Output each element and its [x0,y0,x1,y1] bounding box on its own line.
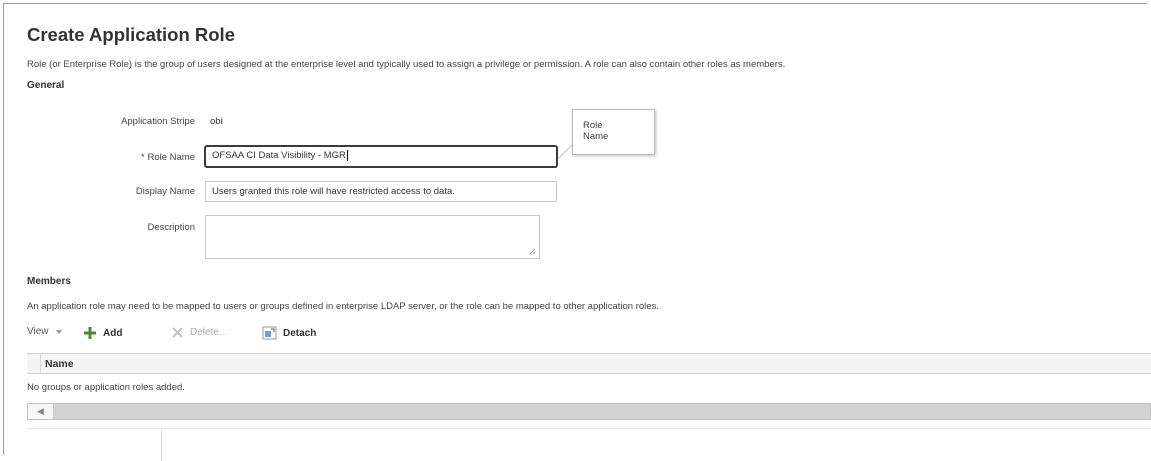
row-selector-column [27,354,41,373]
empty-table-message: No groups or application roles added. [27,382,185,393]
table-header: Name [27,353,1151,374]
chevron-down-icon [55,329,62,334]
application-stripe-value: obi [210,116,223,127]
role-name-label: * Role Name [25,152,195,163]
scroll-left-arrow-icon[interactable]: ◀ [28,404,54,419]
role-name-tooltip: Role Name [572,109,655,155]
table-footer-divider [27,428,1151,429]
detach-button-label: Detach [283,327,317,339]
detach-button[interactable]: Detach [262,326,316,340]
add-button[interactable]: Add [83,326,122,340]
members-table: Name No groups or application roles adde… [27,353,1151,426]
description-textarea[interactable] [205,215,540,259]
text-caret [346,149,348,161]
role-name-input-value: OFSAA CI Data Visibility - MGR [212,150,346,161]
tooltip-line-1: Role [583,120,603,131]
view-menu-label: View [27,326,49,337]
display-name-label: Display Name [135,186,195,197]
delete-button-label: Delete... [190,327,228,338]
page-title: Create Application Role [27,24,235,45]
page-frame: Create Application Role Role (or Enterpr… [3,3,1151,461]
display-name-input-value: Users granted this role will have restri… [212,186,455,197]
view-menu-button[interactable]: View [27,326,63,337]
role-name-label-text: Role Name [147,152,195,163]
delete-x-icon [172,327,183,338]
role-name-input[interactable]: OFSAA CI Data Visibility - MGR [204,145,558,168]
members-heading: Members [27,276,71,287]
plus-icon [84,327,96,339]
tooltip-line-2: Name [583,131,609,142]
members-info: An application role may need to be mappe… [27,301,659,312]
delete-button[interactable]: Delete... [171,326,227,339]
add-button-label: Add [103,327,123,339]
general-heading: General [27,80,65,91]
display-name-input[interactable]: Users granted this role will have restri… [205,181,557,202]
application-stripe-label: Application Stripe [121,116,195,127]
required-indicator: * [140,152,145,162]
column-divider [161,430,162,461]
detach-icon [262,326,277,340]
description-label: Description [147,222,195,233]
column-header-name[interactable]: Name [45,358,74,370]
resize-handle-icon[interactable] [529,248,536,255]
horizontal-scrollbar[interactable]: ◀ [27,403,1151,420]
page-intro: Role (or Enterprise Role) is the group o… [27,59,786,70]
